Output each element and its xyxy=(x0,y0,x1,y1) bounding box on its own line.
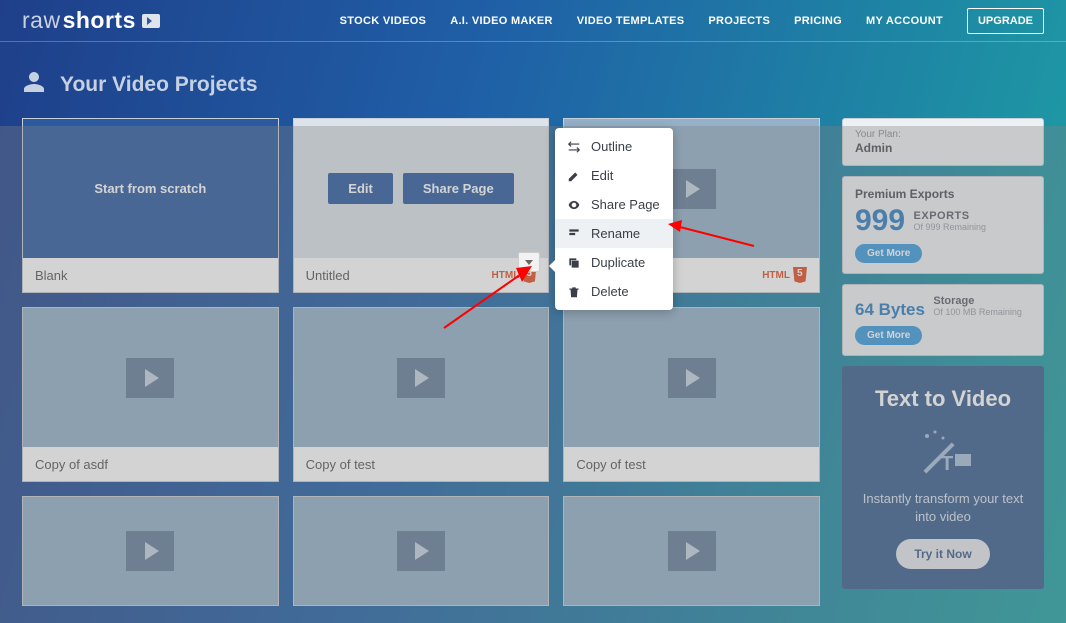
nav-pricing[interactable]: PRICING xyxy=(794,15,842,27)
card-caption: Blank xyxy=(35,268,68,283)
play-icon xyxy=(397,531,445,571)
premium-count: 999 xyxy=(855,204,905,238)
nav-projects[interactable]: PROJECTS xyxy=(708,15,770,27)
edit-button[interactable]: Edit xyxy=(328,173,393,204)
premium-title: Premium Exports xyxy=(855,187,1031,201)
card-caption: Untitled xyxy=(306,268,350,283)
menu-label: Share Page xyxy=(591,197,660,212)
project-card[interactable] xyxy=(22,496,279,606)
try-it-now-button[interactable]: Try it Now xyxy=(896,539,989,569)
page-title: Your Video Projects xyxy=(60,73,258,97)
nav-video-templates[interactable]: VIDEO TEMPLATES xyxy=(577,15,685,27)
project-grid: Start from scratch Blank Edit Share Page… xyxy=(22,118,820,606)
storage-panel: 64 Bytes Storage Of 100 MB Remaining Get… xyxy=(842,284,1044,356)
blank-thumb: Start from scratch xyxy=(23,119,278,258)
nav-ai-video-maker[interactable]: A.I. VIDEO MAKER xyxy=(450,15,553,27)
premium-sub: Of 999 Remaining xyxy=(914,222,987,232)
premium-unit: EXPORTS xyxy=(914,210,987,222)
menu-pointer xyxy=(549,260,555,272)
person-icon xyxy=(22,70,46,100)
menu-label: Outline xyxy=(591,139,632,154)
play-icon xyxy=(397,358,445,398)
play-icon xyxy=(668,358,716,398)
menu-rename[interactable]: Rename xyxy=(555,219,673,248)
logo-text-1: raw xyxy=(22,7,61,34)
main-nav: STOCK VIDEOS A.I. VIDEO MAKER VIDEO TEMP… xyxy=(340,8,1044,34)
card-caption: Copy of test xyxy=(576,457,645,472)
menu-duplicate[interactable]: Duplicate xyxy=(555,248,673,277)
premium-exports-panel: Premium Exports 999 EXPORTS Of 999 Remai… xyxy=(842,176,1044,274)
logo[interactable]: rawshorts xyxy=(22,7,160,34)
play-icon xyxy=(668,531,716,571)
nav-stock-videos[interactable]: STOCK VIDEOS xyxy=(340,15,427,27)
storage-count: 64 Bytes xyxy=(855,300,925,320)
text-to-video-panel: Text to Video T Instantly transform your… xyxy=(842,366,1044,589)
menu-label: Delete xyxy=(591,284,629,299)
annotation-arrow-2 xyxy=(438,262,538,337)
svg-text:T: T xyxy=(941,453,953,475)
get-more-button[interactable]: Get More xyxy=(855,326,922,345)
play-icon xyxy=(668,169,716,209)
storage-sub: Of 100 MB Remaining xyxy=(933,307,1022,317)
page-title-row: Your Video Projects xyxy=(0,42,1066,118)
menu-delete[interactable]: Delete xyxy=(555,277,673,306)
logo-play-icon xyxy=(142,14,160,28)
project-card[interactable] xyxy=(563,496,820,606)
card-caption: Copy of test xyxy=(306,457,375,472)
blank-project-card[interactable]: Start from scratch Blank xyxy=(22,118,279,293)
plan-name: Admin xyxy=(855,141,1031,155)
menu-outline[interactable]: Outline xyxy=(555,132,673,161)
magic-wand-icon: T xyxy=(913,426,973,476)
get-more-button[interactable]: Get More xyxy=(855,244,922,263)
project-card[interactable]: Copy of test xyxy=(563,307,820,482)
sidebar: Your Plan: Admin Premium Exports 999 EXP… xyxy=(842,118,1044,606)
ttv-subtitle: Instantly transform your text into video xyxy=(856,490,1030,525)
menu-label: Edit xyxy=(591,168,613,183)
content: Start from scratch Blank Edit Share Page… xyxy=(0,118,1066,606)
menu-share-page[interactable]: Share Page xyxy=(555,190,673,219)
html5-badge: HTML xyxy=(762,267,807,283)
plan-panel: Your Plan: Admin xyxy=(842,118,1044,166)
blank-label: Start from scratch xyxy=(94,181,206,196)
menu-edit[interactable]: Edit xyxy=(555,161,673,190)
play-icon xyxy=(126,358,174,398)
menu-label: Rename xyxy=(591,226,640,241)
project-card[interactable] xyxy=(293,496,550,606)
context-menu: Outline Edit Share Page Rename Duplicate… xyxy=(555,128,673,310)
nav-my-account[interactable]: MY ACCOUNT xyxy=(866,15,943,27)
plan-label: Your Plan: xyxy=(855,129,1031,140)
share-page-button[interactable]: Share Page xyxy=(403,173,514,204)
play-icon xyxy=(126,531,174,571)
top-nav: rawshorts STOCK VIDEOS A.I. VIDEO MAKER … xyxy=(0,0,1066,42)
project-card[interactable]: Copy of asdf xyxy=(22,307,279,482)
hover-thumb: Edit Share Page xyxy=(294,119,549,258)
logo-text-2: shorts xyxy=(63,7,136,34)
storage-unit: Storage xyxy=(933,295,1022,307)
card-caption: Copy of asdf xyxy=(35,457,108,472)
upgrade-button[interactable]: UPGRADE xyxy=(967,8,1044,34)
ttv-title: Text to Video xyxy=(856,386,1030,412)
menu-label: Duplicate xyxy=(591,255,645,270)
annotation-arrow-1 xyxy=(666,218,756,253)
